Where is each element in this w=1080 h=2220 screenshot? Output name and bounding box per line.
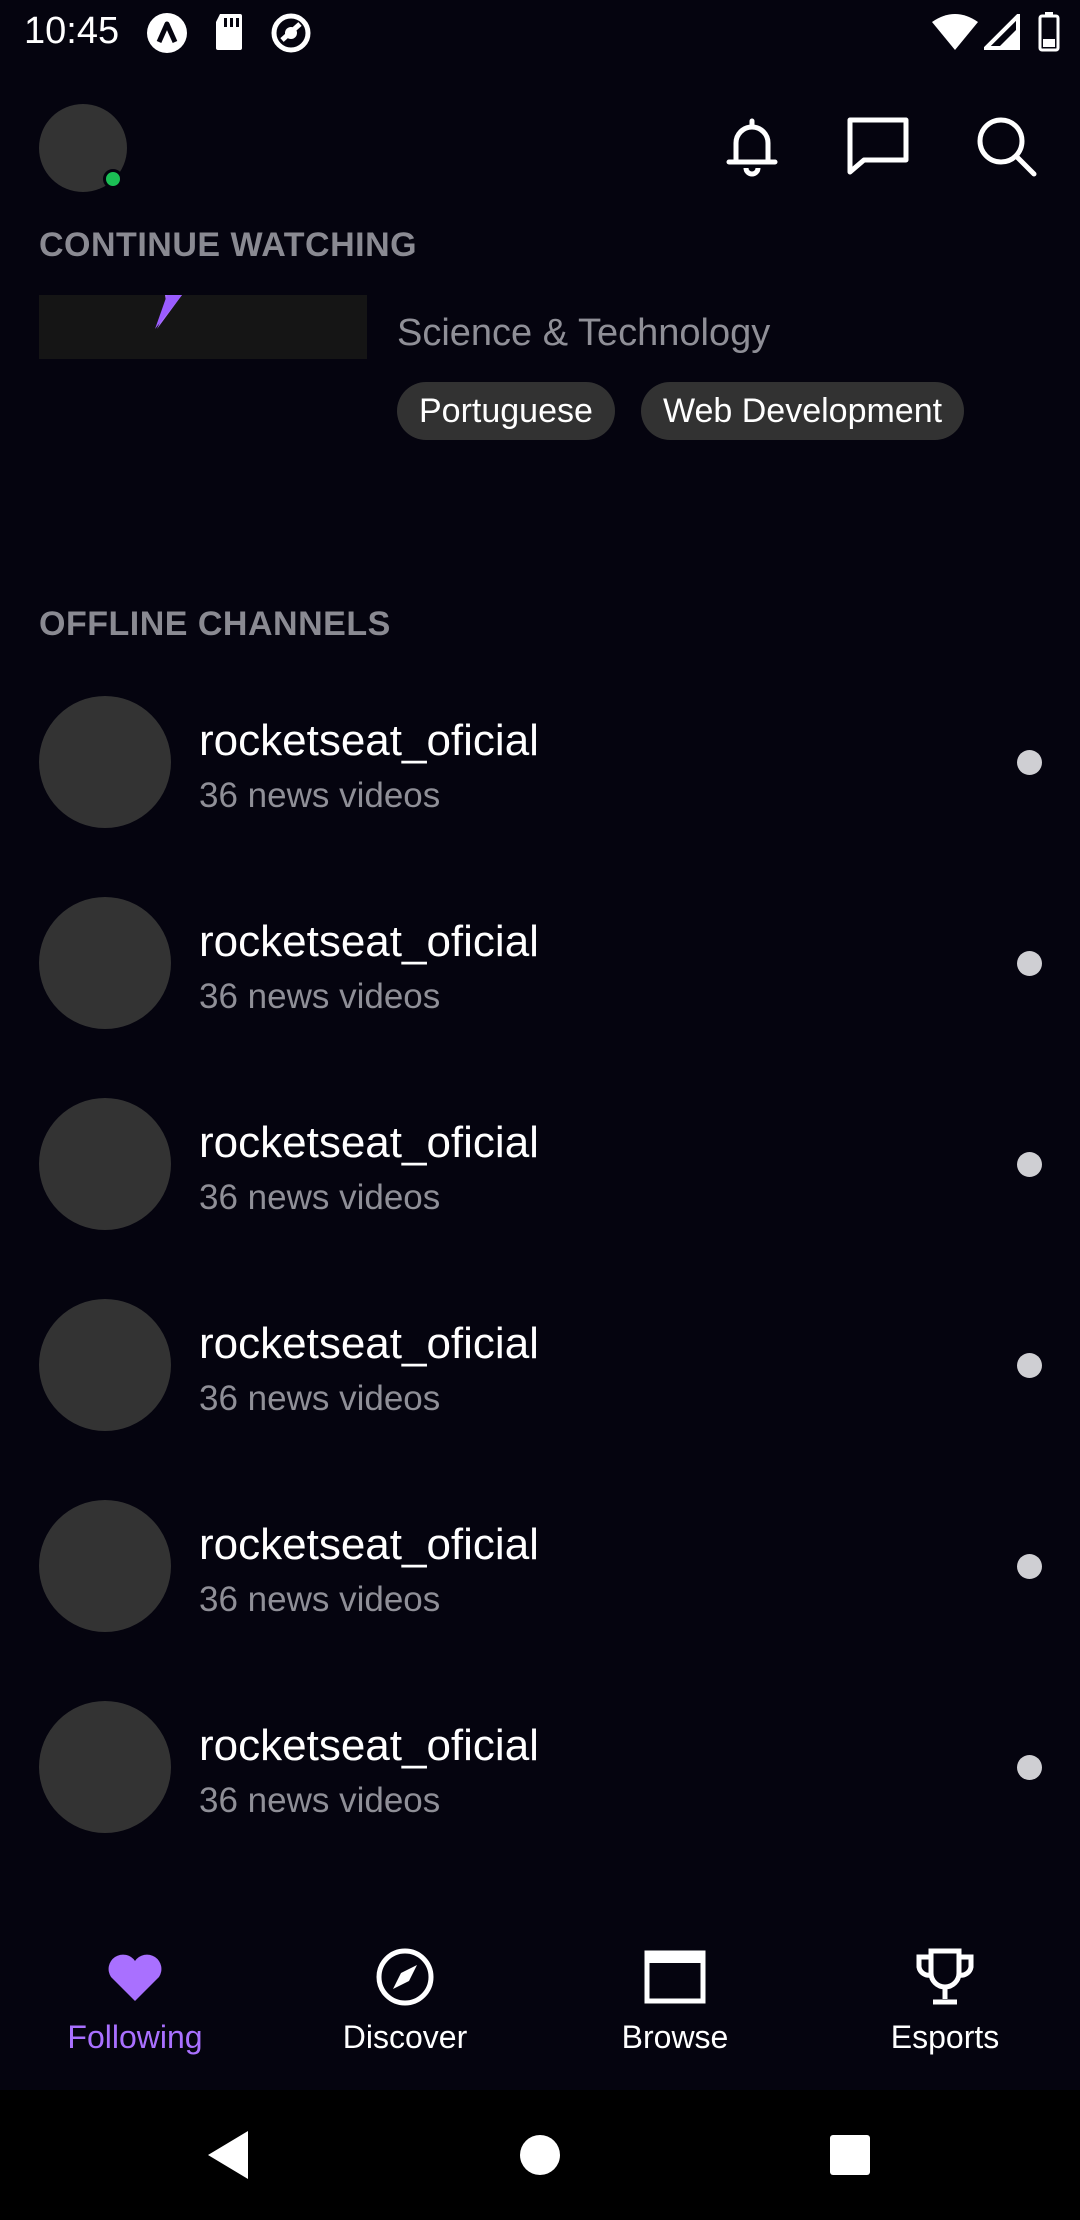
online-status-dot	[103, 169, 123, 189]
nav-label: Discover	[342, 2019, 468, 2055]
trophy-icon	[916, 1948, 974, 2005]
video-thumbnail[interactable]	[39, 295, 367, 359]
status-dot	[1017, 1152, 1042, 1177]
bottom-navigation: Following Discover Browse Esports	[0, 1905, 1080, 2090]
status-bar: 10:45	[0, 0, 1080, 66]
wifi-icon	[932, 14, 978, 50]
bell-icon[interactable]	[716, 110, 788, 182]
home-circle-icon[interactable]	[510, 2125, 570, 2185]
channel-subtitle: 36 news videos	[199, 1781, 441, 1820]
channel-name: rocketseat_oficial	[199, 1520, 539, 1569]
offline-channels-title: OFFLINE CHANNELS	[39, 605, 391, 643]
sync-circle-icon	[271, 13, 311, 53]
channel-subtitle: 36 news videos	[199, 1379, 441, 1418]
tag-portuguese[interactable]: Portuguese	[397, 382, 615, 440]
channel-row[interactable]: rocketseat_oficial 36 news videos	[0, 1299, 1080, 1499]
compass-icon	[376, 1948, 434, 2006]
status-dot	[1017, 1554, 1042, 1579]
channel-name: rocketseat_oficial	[199, 1721, 539, 1770]
channel-row[interactable]: rocketseat_oficial 36 news videos	[0, 1098, 1080, 1298]
heart-icon	[108, 1954, 162, 2001]
stream-category[interactable]: Science & Technology	[397, 312, 770, 355]
nav-following[interactable]: Following	[0, 1945, 270, 2075]
status-dot	[1017, 750, 1042, 775]
status-dot	[1017, 1755, 1042, 1780]
channel-name: rocketseat_oficial	[199, 917, 539, 966]
channel-subtitle: 36 news videos	[199, 1580, 441, 1619]
channel-row[interactable]: rocketseat_oficial 36 news videos	[0, 1701, 1080, 1901]
channel-subtitle: 36 news videos	[199, 1178, 441, 1217]
continue-watching-title: CONTINUE WATCHING	[39, 226, 418, 264]
channel-avatar	[39, 696, 171, 828]
nav-label: Following	[67, 2019, 203, 2055]
channel-subtitle: 36 news videos	[199, 977, 441, 1016]
status-time: 10:45	[24, 10, 120, 52]
battery-icon	[1038, 12, 1060, 52]
channel-name: rocketseat_oficial	[199, 716, 539, 765]
status-dot	[1017, 1353, 1042, 1378]
channel-avatar	[39, 1098, 171, 1230]
nav-label: Esports	[890, 2019, 1000, 2055]
channel-subtitle: 36 news videos	[199, 776, 441, 815]
chat-icon[interactable]	[842, 110, 914, 182]
nav-label: Browse	[621, 2019, 729, 2055]
status-dot	[1017, 951, 1042, 976]
system-navigation-bar	[0, 2090, 1080, 2220]
nav-browse[interactable]: Browse	[540, 1945, 810, 2075]
app-screen: 10:45 CONTINUE WATCHING Science & Techno…	[0, 0, 1080, 2220]
browse-window-icon	[644, 1950, 706, 2004]
channel-avatar	[39, 1299, 171, 1431]
channel-row[interactable]: rocketseat_oficial 36 news videos	[0, 1500, 1080, 1700]
search-icon[interactable]	[970, 110, 1042, 182]
channel-row[interactable]: rocketseat_oficial 36 news videos	[0, 897, 1080, 1097]
channel-name: rocketseat_oficial	[199, 1319, 539, 1368]
thumbnail-accent-shape	[155, 295, 182, 329]
sd-card-icon	[216, 14, 242, 50]
channel-avatar	[39, 1500, 171, 1632]
nav-discover[interactable]: Discover	[270, 1945, 540, 2075]
channel-avatar	[39, 897, 171, 1029]
a-icon	[147, 13, 187, 53]
channel-row[interactable]: rocketseat_oficial 36 news videos	[0, 696, 1080, 896]
channel-name: rocketseat_oficial	[199, 1118, 539, 1167]
back-triangle-icon[interactable]	[200, 2125, 260, 2185]
nav-esports[interactable]: Esports	[810, 1945, 1080, 2075]
recents-square-icon[interactable]	[820, 2125, 880, 2185]
channel-avatar	[39, 1701, 171, 1833]
signal-icon	[984, 14, 1020, 50]
tag-web-development[interactable]: Web Development	[641, 382, 965, 440]
